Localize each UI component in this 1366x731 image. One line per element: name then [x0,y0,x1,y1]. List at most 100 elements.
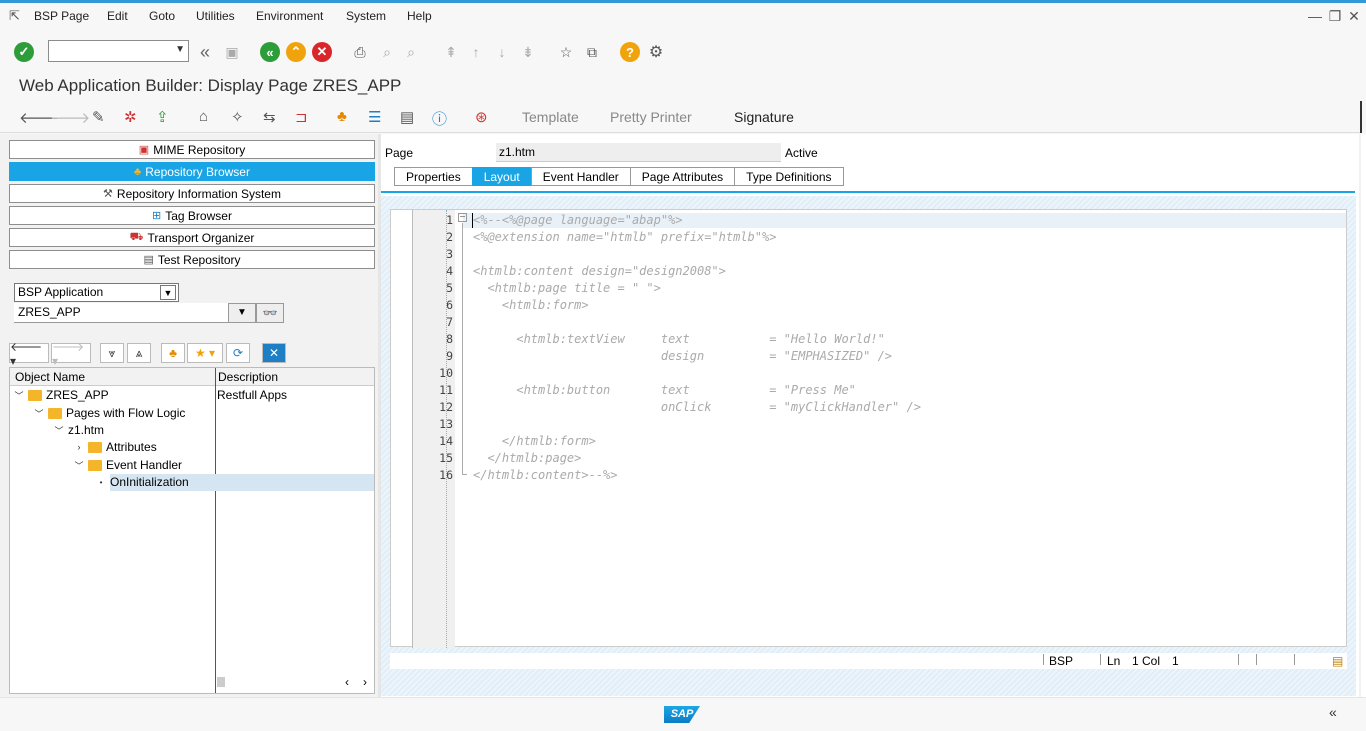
tab-layout[interactable]: Layout [471,167,532,186]
chevron-down-icon[interactable]: ﹀ [14,389,24,402]
notes-icon[interactable]: ▤ [1332,654,1343,668]
pretty-printer-button[interactable]: Pretty Printer [610,109,692,125]
check-icon[interactable]: ⌂ [199,108,208,125]
chevron-down-icon[interactable]: ﹀ [34,407,44,420]
cancel-icon[interactable]: ✕ [312,42,332,62]
template-button[interactable]: Template [522,109,579,125]
tree-forward-button[interactable]: 🡒 ▾ [51,340,91,368]
toolbar-end-marker [1360,101,1362,133]
find-next-icon[interactable]: ⌕ [400,41,422,63]
where-used-icon[interactable]: ⇆ [263,108,276,126]
menu-environment[interactable]: Environment [256,9,323,23]
chevron-down-icon[interactable]: ﹀ [74,459,84,472]
info-icon[interactable]: ⓘ [432,108,447,129]
close-icon: ✕ [268,346,280,360]
column-divider[interactable] [215,368,216,693]
nav-label: Transport Organizer [147,230,255,245]
menu-help[interactable]: Help [407,9,432,23]
nav-repository-info-system-button[interactable]: ⚒ Repository Information System [9,184,375,203]
activate-icon[interactable]: ✲ [124,108,137,126]
other-object-icon[interactable]: ⇪ [156,108,169,126]
tree-node[interactable]: ﹀ Pages with Flow Logic [34,406,185,420]
print-icon[interactable]: ⎙ [349,41,371,63]
collapse-all-button[interactable]: ⩓ [127,343,151,363]
layout-view-icon[interactable]: ▤ [400,108,414,126]
tree-scrollbar[interactable]: ‹ › [10,674,374,692]
last-page-icon[interactable]: ⇟ [517,41,539,63]
display-change-icon[interactable]: ✎ [92,108,105,126]
tree-back-button[interactable]: 🡐 ▾ [9,340,49,368]
tree-node[interactable]: ﹀ Event Handler [74,458,182,472]
test-repo-icon: ▤ [143,254,154,266]
code-line: </htmlb:page> [473,451,582,465]
save-icon[interactable]: ▣ [221,41,243,63]
display-object-button[interactable]: 👓 [256,303,284,323]
first-page-icon[interactable]: ⇞ [440,41,462,63]
tab-properties[interactable]: Properties [394,167,473,186]
menu-goto[interactable]: Goto [149,9,175,23]
tree-node[interactable]: ﹀ ZRES_APP [14,388,108,402]
hierarchy-button[interactable]: ♣ [161,343,185,363]
prev-page-icon[interactable]: ↑ [465,41,487,63]
close-browser-button[interactable]: ✕ [262,343,286,363]
nav-tag-browser-button[interactable]: ⊞ Tag Browser [9,206,375,225]
create-session-icon[interactable]: ☆ [555,41,577,63]
editor-status-bar: BSP Ln 1 Col 1 ▤ [390,653,1347,669]
test-icon[interactable]: ✧ [231,108,244,126]
minimize-button[interactable]: — [1306,8,1324,24]
signature-button[interactable]: Signature [734,109,794,125]
chevron-down-icon[interactable]: ﹀ [54,424,64,437]
fold-minus-icon[interactable]: − [458,213,467,223]
object-type-select[interactable]: BSP Application ▼ [14,283,179,302]
nav-mime-repository-button[interactable]: ▣ MIME Repository [9,140,375,159]
restore-button[interactable]: ❐ [1326,8,1344,25]
nav-test-repository-button[interactable]: ▤ Test Repository [9,250,375,269]
forward-arrow-icon[interactable]: 🡒 [50,108,90,127]
nav-repository-browser-button[interactable]: ♣ Repository Browser [9,162,375,181]
chevron-down-icon[interactable]: ▼ [175,44,185,55]
tree-node[interactable]: ﹀ z1.htm [54,423,104,437]
refresh-button[interactable]: ⟳ [226,343,250,363]
find-icon[interactable]: ⌕ [376,41,398,63]
column-header-description[interactable]: Description [218,370,278,384]
favorites-button[interactable]: ★ ▾ [187,343,223,363]
nav-transport-organizer-button[interactable]: ⛟ Transport Organizer [9,228,375,247]
scroll-right-icon[interactable]: › [363,675,367,689]
tab-event-handler[interactable]: Event Handler [530,167,631,186]
expand-all-button[interactable]: ⩔ [100,343,124,363]
chevron-right-icon[interactable]: › [74,442,84,452]
menu-edit[interactable]: Edit [107,9,128,23]
customize-icon[interactable]: ⚙ [645,41,667,63]
display-object-list-icon[interactable]: ⊐ [295,108,308,126]
shortcut-icon[interactable]: ⧉ [581,41,603,63]
tab-page-attributes[interactable]: Page Attributes [629,167,736,186]
enter-icon[interactable]: ✓ [14,42,34,62]
menu-bsp-page[interactable]: BSP Page [34,9,89,23]
chevron-down-icon[interactable]: ▼ [160,285,176,300]
hierarchy-icon[interactable]: ♣ [337,108,347,125]
code-editor[interactable]: 1 2 3 4 5 6 7 8 9 10 11 12 13 14 15 16 <%--<%@page lang… [390,209,1347,648]
code-line: onClick = "myClickHandler" /> [473,400,921,414]
column-header-object-name[interactable]: Object Name [15,370,85,384]
exit-icon[interactable]: ⌃ [286,42,306,62]
menu-system[interactable]: System [346,9,386,23]
command-field[interactable]: ▼ [48,40,189,62]
expand-status-icon[interactable]: « [1329,704,1337,720]
object-name-input[interactable]: ZRES_APP [14,303,228,323]
tree-node[interactable]: › Attributes [74,440,157,454]
transport-icon[interactable]: ⊛ [475,108,488,126]
object-dropdown-button[interactable]: ▼ [228,303,256,323]
navigation-stack-icon[interactable]: ☰ [368,108,381,126]
back-icon[interactable]: « [260,42,280,62]
help-icon[interactable]: ? [620,42,640,62]
tab-type-definitions[interactable]: Type Definitions [734,167,844,186]
close-window-button[interactable]: ✕ [1345,8,1363,25]
scroll-left-icon[interactable]: ‹ [345,675,349,689]
scroll-thumb[interactable] [217,677,225,687]
tree-node[interactable]: • OnInitialization [96,475,189,489]
window-menu-icon[interactable]: ⇱ [9,8,20,24]
collapse-command-icon[interactable]: « [194,41,216,63]
forward-arrow-icon: 🡒 ▾ [52,339,85,368]
menu-utilities[interactable]: Utilities [196,9,235,23]
next-page-icon[interactable]: ↓ [491,41,513,63]
